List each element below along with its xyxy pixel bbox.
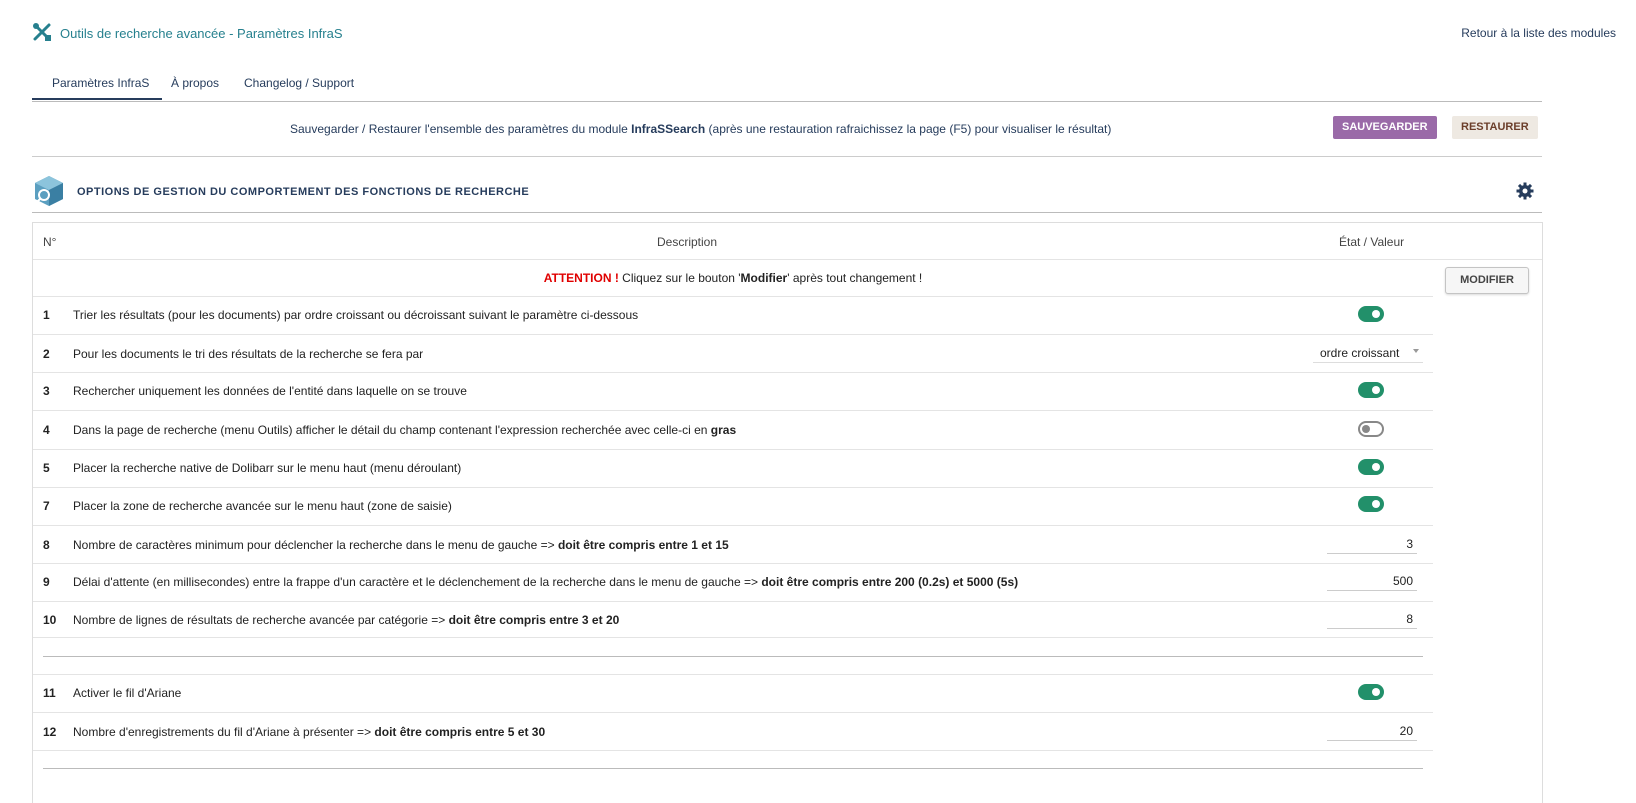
row-description: Nombre d'enregistrements du fil d'Ariane… (73, 725, 546, 739)
row-description: Rechercher uniquement les données de l'e… (73, 384, 467, 398)
table-row: 9 Délai d'attente (en millisecondes) ent… (33, 564, 1433, 601)
row-number: 8 (43, 538, 50, 552)
bold-detail-toggle[interactable] (1358, 421, 1384, 437)
row-number: 11 (43, 686, 56, 700)
column-header-state: État / Valeur (1339, 235, 1405, 249)
min-characters-input[interactable] (1327, 535, 1417, 554)
table-row: 8 Nombre de caractères minimum pour décl… (33, 526, 1433, 563)
sort-results-toggle[interactable] (1358, 306, 1384, 322)
restore-button[interactable]: RESTAURER (1452, 116, 1538, 139)
row-number: 1 (43, 308, 50, 322)
row-description: Dans la page de recherche (menu Outils) … (73, 423, 737, 437)
section-separator (43, 768, 1423, 769)
tools-icon (33, 23, 51, 41)
section-separator (43, 656, 1423, 657)
advanced-search-top-menu-toggle[interactable] (1358, 496, 1384, 512)
delay-ms-input[interactable] (1327, 572, 1417, 591)
divider (33, 637, 1433, 638)
table-row: 2 Pour les documents le tri des résultat… (33, 335, 1433, 372)
row-description: Délai d'attente (en millisecondes) entre… (73, 575, 1019, 589)
table-row: 11 Activer le fil d'Ariane (33, 675, 1433, 712)
results-per-category-input[interactable] (1327, 610, 1417, 629)
table-row: 5 Placer la recherche native de Dolibarr… (33, 450, 1433, 487)
row-description: Trier les résultats (pour les documents)… (73, 308, 639, 322)
tab-about[interactable]: À propos (171, 76, 219, 90)
column-header-num: N° (43, 235, 57, 249)
table-row: 12 Nombre d'enregistrements du fil d'Ari… (33, 713, 1433, 750)
table-row: 3 Rechercher uniquement les données de l… (33, 373, 1433, 410)
row-description: Nombre de caractères minimum pour déclen… (73, 538, 729, 552)
divider (33, 259, 1542, 260)
row-description: Pour les documents le tri des résultats … (73, 347, 424, 361)
native-search-top-menu-toggle[interactable] (1358, 459, 1384, 475)
sort-order-select[interactable]: ordre croissant (1313, 344, 1423, 363)
save-button[interactable]: SAUVEGARDER (1333, 116, 1437, 139)
row-number: 10 (43, 613, 57, 627)
table-row: 4 Dans la page de recherche (menu Outils… (33, 411, 1433, 449)
row-number: 12 (43, 725, 57, 739)
tab-infras-settings[interactable]: Paramètres InfraS (32, 76, 163, 100)
entity-only-toggle[interactable] (1358, 382, 1384, 398)
settings-table: N° Description État / Valeur ATTENTION !… (32, 222, 1543, 803)
row-description: Placer la recherche native de Dolibarr s… (73, 461, 462, 475)
table-row: 7 Placer la zone de recherche avancée su… (33, 488, 1433, 525)
breadcrumb-toggle[interactable] (1358, 684, 1384, 700)
search-settings-cube-icon (35, 176, 63, 206)
row-description: Activer le fil d'Ariane (73, 686, 182, 700)
back-to-modules-link[interactable]: Retour à la liste des modules (1461, 26, 1616, 40)
sort-order-selected-value: ordre croissant (1320, 346, 1400, 360)
tab-changelog-support[interactable]: Changelog / Support (244, 76, 354, 90)
column-header-description: Description (657, 235, 718, 249)
modify-button[interactable]: MODIFIER (1445, 267, 1529, 294)
row-number: 9 (43, 575, 50, 589)
gear-icon[interactable] (1516, 182, 1534, 200)
table-row: 10 Nombre de lignes de résultats de rech… (33, 602, 1433, 638)
row-description: Nombre de lignes de résultats de recherc… (73, 613, 620, 627)
row-number: 5 (43, 461, 50, 475)
section-header: OPTIONS DE GESTION DU COMPORTEMENT DES F… (32, 172, 1542, 213)
page-title: Outils de recherche avancée - Paramètres… (60, 26, 343, 41)
section-title: OPTIONS DE GESTION DU COMPORTEMENT DES F… (77, 186, 530, 198)
row-number: 7 (43, 499, 50, 513)
divider (33, 750, 1433, 751)
row-number: 4 (43, 423, 50, 437)
warning-message: ATTENTION ! Cliquez sur le bouton 'Modif… (543, 271, 923, 285)
chevron-down-icon (1413, 349, 1419, 353)
table-row: 1 Trier les résultats (pour les document… (33, 297, 1433, 334)
backup-description: Sauvegarder / Restaurer l'ensemble des p… (290, 122, 1112, 136)
page-header: Outils de recherche avancée - Paramètres… (32, 20, 1636, 44)
row-number: 3 (43, 384, 50, 398)
tab-bar: Paramètres InfraS À propos Changelog / S… (32, 72, 1542, 102)
breadcrumb-count-input[interactable] (1327, 722, 1417, 741)
backup-bar: Sauvegarder / Restaurer l'ensemble des p… (32, 114, 1542, 157)
row-number: 2 (43, 347, 50, 361)
row-description: Placer la zone de recherche avancée sur … (73, 499, 452, 513)
